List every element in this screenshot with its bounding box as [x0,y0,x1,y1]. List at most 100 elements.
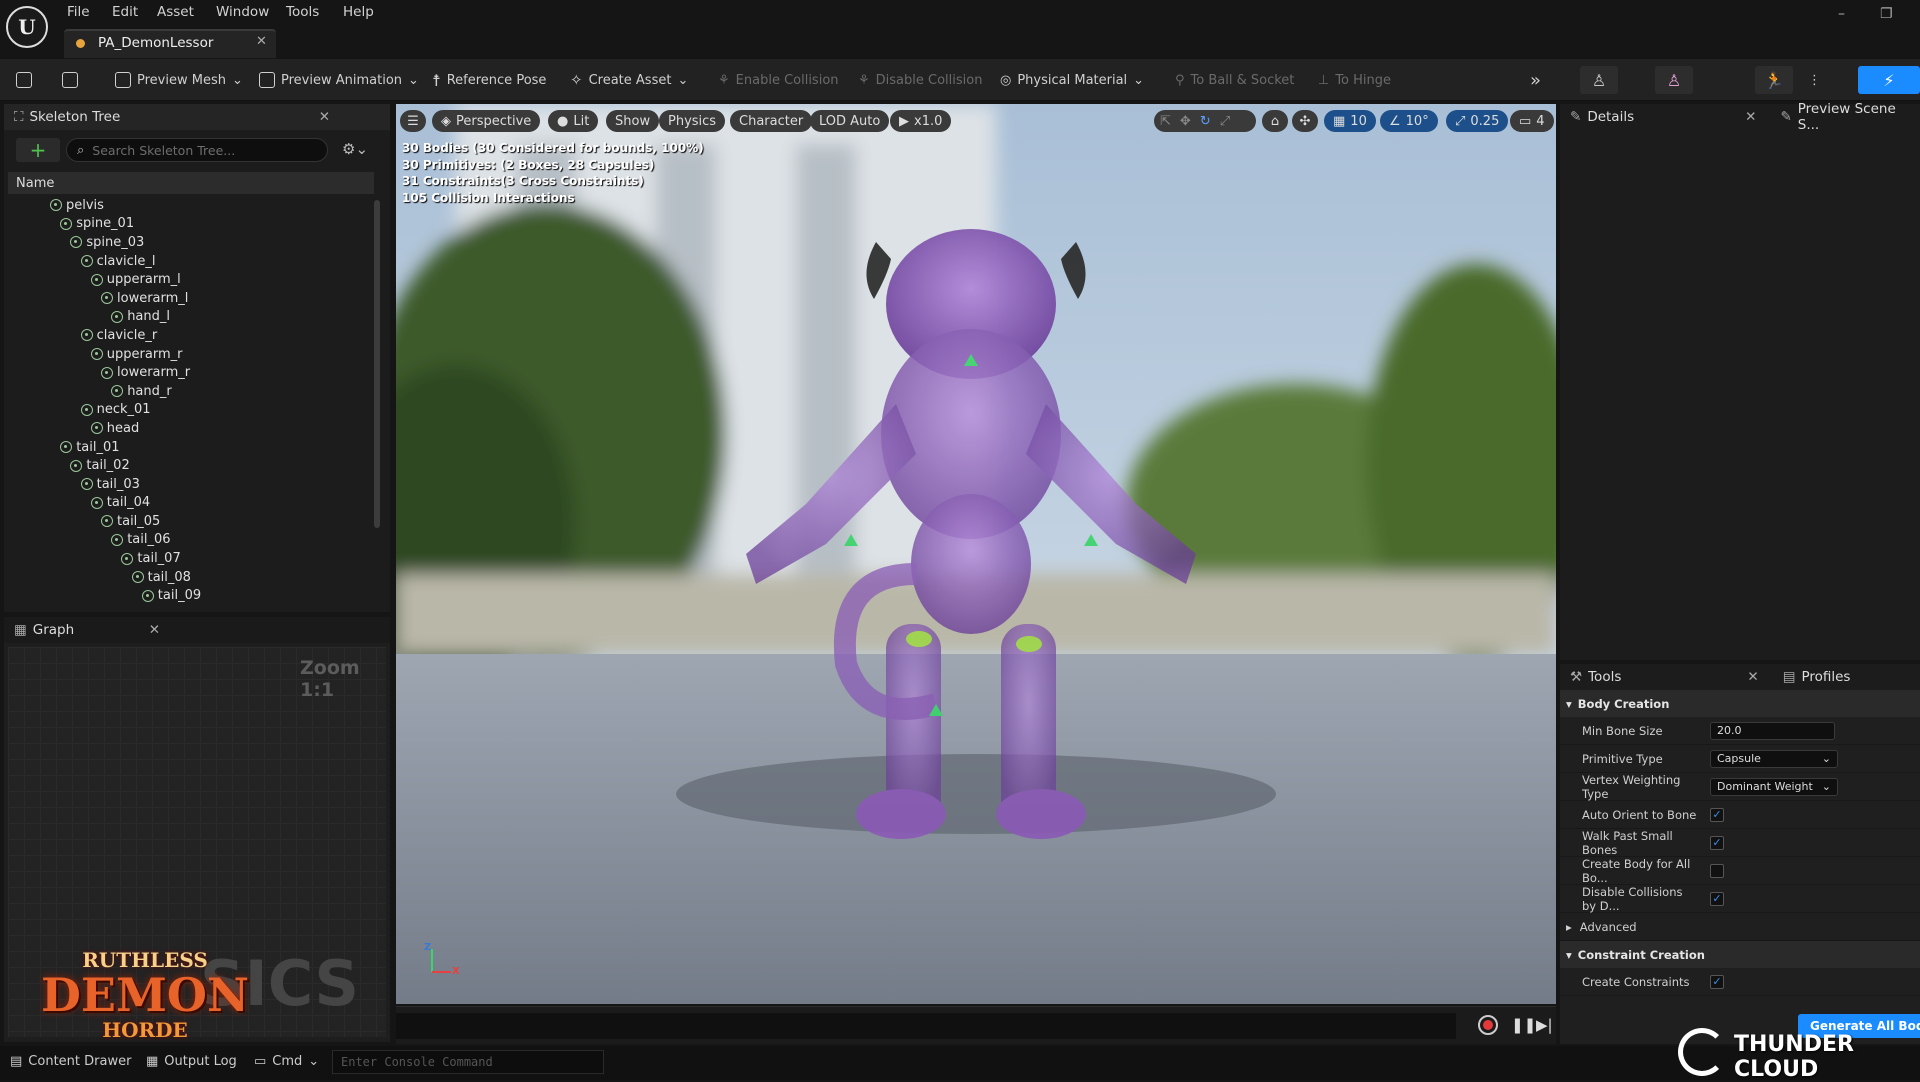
unreal-logo-icon[interactable]: U [6,6,48,48]
pause-icon[interactable]: ❚❚ [1511,1016,1536,1034]
primitive-type-dropdown[interactable]: Capsule ⌄ [1710,749,1838,768]
output-log-button[interactable]: ▦ Output Log [146,1054,237,1069]
bone-row[interactable]: spine_01 [12,215,372,234]
save-icon[interactable] [16,68,32,92]
bone-row[interactable]: neck_01 [12,401,372,420]
perspective-button[interactable]: ◈ Perspective [432,110,541,132]
animation-mode-icon[interactable]: 🏃 [1755,66,1793,94]
bone-row[interactable]: lowerarm_r [12,363,372,382]
tree-scrollbar[interactable] [374,200,380,528]
create-constraints-checkbox[interactable]: ✓ [1710,974,1724,989]
bone-row[interactable]: lowerarm_l [12,289,372,308]
scale-snap-button[interactable]: ⤢ 0.25 [1446,110,1509,132]
bone-row[interactable]: tail_04 [12,494,372,513]
bone-row[interactable]: pelvis [12,196,372,215]
to-hinge-button[interactable]: ⊥ To Hinge [1318,68,1391,92]
viewport[interactable]: Z X ☰ ◈ Perspective ● Lit Show Physics Cha… [396,104,1556,1004]
bone-row[interactable]: tail_09 [12,586,372,605]
create-asset-button[interactable]: ✧ Create Asset ⌄ [570,68,688,92]
camera-speed-button[interactable]: ▭ 4 [1510,110,1554,132]
playback-speed-button[interactable]: ▶ x1.0 [890,110,952,132]
menu-tools[interactable]: Tools [286,4,319,20]
bone-row[interactable]: tail_08 [12,568,372,587]
simulate-button[interactable]: ⚡ [1858,66,1920,94]
preview-animation-button[interactable]: Preview Animation ⌄ [259,68,419,92]
restore-icon[interactable]: ❐ [1880,6,1893,22]
bone-row[interactable]: hand_l [12,308,372,327]
world-local-icon[interactable]: ⌂ [1262,110,1288,132]
bone-row[interactable]: tail_06 [12,531,372,550]
menu-window[interactable]: Window [216,4,269,20]
create-body-all-checkbox[interactable] [1710,863,1724,878]
physics-button[interactable]: Physics [659,110,726,132]
lod-button[interactable]: LOD Auto [810,110,890,132]
close-panel-icon[interactable]: ✕ [319,109,330,125]
bone-row[interactable]: spine_03 [12,233,372,252]
bone-row[interactable]: tail_07 [12,549,372,568]
disable-collisions-checkbox[interactable]: ✓ [1710,891,1724,906]
lit-button[interactable]: ● Lit [548,110,599,132]
transform-tools[interactable]: ⇱ ✥ ↻ ⤢ [1154,110,1256,132]
menu-help[interactable]: Help [343,4,374,20]
menu-file[interactable]: File [67,4,90,20]
bone-row[interactable]: tail_03 [12,475,372,494]
body-creation-section[interactable]: ▾ Body Creation [1560,690,1920,717]
timeline-track[interactable] [396,1013,1456,1039]
skeleton-mode-icon[interactable]: ♙ [1580,66,1618,94]
grid-snap-button[interactable]: ▦ 10 [1324,110,1376,132]
close-panel-icon[interactable]: ✕ [1745,109,1756,125]
asset-tab[interactable]: PA_DemonLessor ✕ [64,29,276,58]
show-button[interactable]: Show [606,110,660,132]
profiles-tab[interactable]: Profiles [1801,669,1850,685]
disable-collision-button[interactable]: ⚘ Disable Collision [858,68,982,92]
details-tab[interactable]: Details [1587,109,1634,125]
bone-row[interactable]: hand_r [12,382,372,401]
walk-past-checkbox[interactable]: ✓ [1710,835,1724,850]
physical-material-button[interactable]: ◎ Physical Material ⌄ [1000,68,1144,92]
rotation-snap-button[interactable]: ∠ 10° [1380,110,1438,132]
physics-mode-icon[interactable]: ♙ [1655,66,1693,94]
skeleton-tree-tab[interactable]: ⛶ Skeleton Tree ✕ [4,104,390,130]
preview-scene-tab[interactable]: Preview Scene S... [1798,101,1920,133]
record-icon[interactable] [1478,1015,1498,1035]
menu-asset[interactable]: Asset [157,4,194,20]
close-panel-icon[interactable]: ✕ [149,622,160,638]
tools-tab[interactable]: Tools [1588,669,1621,685]
browse-icon[interactable] [62,68,78,92]
settings-gear-icon[interactable]: ⚙⌄ [342,140,368,158]
graph-tab[interactable]: ▦ Graph ✕ [4,617,390,643]
skeleton-search-input[interactable]: ⌕ Search Skeleton Tree... [66,138,328,162]
column-header-name[interactable]: Name [8,172,374,194]
console-input[interactable]: Enter Console Command [332,1050,604,1074]
bone-row[interactable]: upperarm_l [12,270,372,289]
viewport-menu-icon[interactable]: ☰ [400,110,426,132]
advanced-row[interactable]: ▸ Advanced [1560,913,1920,941]
surface-snap-icon[interactable]: ✣ [1292,110,1318,132]
add-bone-button[interactable]: + [16,138,60,162]
close-panel-icon[interactable]: ✕ [1747,669,1758,685]
constraint-creation-section[interactable]: ▾ Constraint Creation [1560,941,1920,968]
to-ball-socket-button[interactable]: ⚲ To Ball & Socket [1175,68,1294,92]
enable-collision-button[interactable]: ⚘ Enable Collision [718,68,839,92]
step-forward-icon[interactable]: ▶| [1536,1016,1553,1034]
bone-row[interactable]: tail_02 [12,456,372,475]
bone-row[interactable]: head [12,419,372,438]
bone-row[interactable]: tail_05 [12,512,372,531]
character-button[interactable]: Character [730,110,813,132]
bone-row[interactable]: clavicle_l [12,252,372,271]
bone-row[interactable]: tail_01 [12,438,372,457]
toolbar-overflow-icon[interactable]: » [1530,68,1541,92]
close-tab-icon[interactable]: ✕ [256,34,267,49]
reference-pose-button[interactable]: ☨ Reference Pose [432,68,546,92]
bone-row[interactable]: upperarm_r [12,345,372,364]
menu-edit[interactable]: Edit [112,4,138,20]
content-drawer-button[interactable]: ▤ Content Drawer [10,1054,131,1069]
vertex-weighting-dropdown[interactable]: Dominant Weight ⌄ [1710,777,1838,796]
cmd-dropdown[interactable]: ▭ Cmd ⌄ [254,1054,319,1069]
bone-row[interactable]: clavicle_r [12,326,372,345]
min-bone-size-input[interactable]: 20.0 [1710,721,1835,740]
more-options-icon[interactable]: ⋮ [1808,68,1821,92]
minimize-icon[interactable]: – [1838,6,1845,22]
auto-orient-checkbox[interactable]: ✓ [1710,807,1724,822]
preview-mesh-button[interactable]: Preview Mesh ⌄ [115,68,243,92]
